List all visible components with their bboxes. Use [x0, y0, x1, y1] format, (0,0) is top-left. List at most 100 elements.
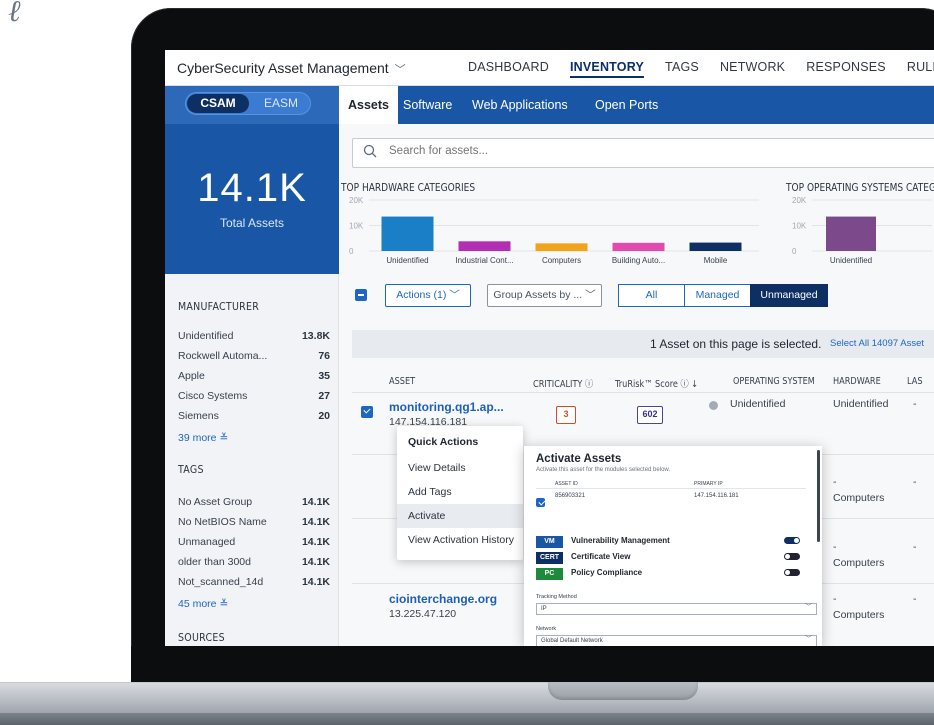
tab-assets[interactable]: Assets: [339, 86, 398, 124]
select-all-checkbox[interactable]: [355, 289, 367, 301]
csam-easm-toggle[interactable]: CSAM EASM: [185, 92, 311, 115]
trurisk-badge: 602: [637, 406, 663, 424]
nav-dashboard[interactable]: DASHBOARD: [468, 60, 549, 78]
col-primary-ip: PRIMARY IP: [694, 481, 723, 487]
menu-item-view-activation-history[interactable]: View Activation History: [397, 528, 523, 552]
hardware-cell: Unidentified: [833, 398, 889, 410]
actions-label: Actions (1): [396, 289, 447, 301]
module-toggle[interactable]: [784, 537, 800, 544]
facet-row[interactable]: Apple 35: [178, 370, 330, 386]
chart-bar: [381, 216, 434, 251]
module-toggle[interactable]: [784, 569, 800, 576]
facet-count: 14.1K: [301, 556, 330, 568]
col-os[interactable]: OPERATING SYSTEM: [733, 376, 815, 387]
menu-item-add-tags[interactable]: Add Tags: [397, 480, 523, 504]
facet-row[interactable]: No Asset Group 14.1K: [178, 496, 330, 512]
facet-row[interactable]: Unidentified 13.8K: [178, 330, 330, 346]
tab-open-ports[interactable]: Open Ports: [595, 86, 658, 124]
toggle-easm[interactable]: EASM: [252, 94, 310, 113]
col-hardware[interactable]: HARDWARE: [833, 376, 881, 387]
facet-row[interactable]: Not_scanned_14d 14.1K: [178, 576, 330, 592]
asset-id-value: 856903321: [555, 493, 586, 499]
app-title: CyberSecurity Asset Management: [177, 60, 389, 76]
col-trurisk[interactable]: TruRisk™ Score ⓘ ↓: [615, 376, 698, 390]
panel-subtitle: Activate this asset for the modules sele…: [536, 467, 671, 473]
laptop-base-shadow: [0, 713, 934, 725]
chevron-down-icon: ﹀: [805, 636, 812, 643]
row-checkbox[interactable]: [361, 406, 373, 418]
x-tick-label: Unidentified: [830, 256, 872, 265]
group-by-dropdown[interactable]: Group Assets by ... ﹀: [487, 284, 602, 307]
tab-software[interactable]: Software: [403, 86, 452, 124]
col-trurisk-label: TruRisk™ Score: [615, 379, 678, 390]
status-dot-icon: [709, 401, 718, 410]
x-tick-label: Mobile: [704, 256, 728, 265]
panel-scrollbar[interactable]: [817, 450, 820, 542]
menu-item-activate[interactable]: Activate: [397, 504, 523, 528]
y-tick-label: 0: [792, 247, 797, 256]
filter-managed[interactable]: Managed: [684, 284, 751, 307]
facet-title-manufacturer: MANUFACTURER: [178, 300, 260, 313]
facet-row[interactable]: older than 300d 14.1K: [178, 556, 330, 572]
facet-row[interactable]: Unmanaged 14.1K: [178, 536, 330, 552]
filter-unmanaged[interactable]: Unmanaged: [750, 284, 828, 307]
left-sidebar: CSAM EASM 14.1K Total Assets MANUFACTURE…: [165, 86, 339, 646]
asset-search[interactable]: [352, 138, 934, 168]
tab-web-applications[interactable]: Web Applications: [472, 86, 568, 124]
nav-tags[interactable]: TAGS: [665, 60, 699, 78]
asset-checkbox[interactable]: [536, 498, 545, 507]
col-last[interactable]: LAS: [907, 376, 923, 387]
tracking-method-label: Tracking Method: [536, 594, 577, 600]
nav-network[interactable]: NETWORK: [720, 60, 785, 78]
facet-name: older than 300d: [178, 556, 251, 568]
manufacturer-more-link[interactable]: 39 more ≚: [178, 432, 228, 444]
app-switcher[interactable]: CyberSecurity Asset Management ﹀: [177, 60, 406, 77]
tags-more-link[interactable]: 45 more ≚: [178, 598, 228, 610]
hardware-cell: Computers: [833, 492, 885, 504]
facet-name: Not_scanned_14d: [178, 576, 264, 588]
col-asset[interactable]: ASSET: [389, 376, 415, 387]
primary-ip-value: 147.154.116.181: [694, 493, 739, 499]
chart-title-hardware: TOP HARDWARE CATEGORIES: [341, 182, 476, 194]
y-tick-label: 0: [349, 247, 354, 256]
facet-name: No NetBIOS Name: [178, 516, 267, 528]
screen-bottom-bezel: [131, 646, 934, 682]
y-tick-label: 10K: [349, 222, 364, 231]
chart-bar: [689, 242, 742, 251]
search-input[interactable]: [389, 145, 689, 157]
chevron-down-icon: ﹀: [585, 289, 596, 301]
hardware-cell: Computers: [833, 609, 885, 621]
filter-all[interactable]: All: [618, 284, 685, 307]
select-all-link[interactable]: Select All 14097 Asset: [830, 330, 924, 358]
quick-actions-menu: Quick Actions View Details Add Tags Acti…: [397, 426, 523, 560]
hardware-dash: -: [833, 593, 837, 605]
facet-name: No Asset Group: [178, 496, 253, 508]
menu-item-view-details[interactable]: View Details: [397, 456, 523, 480]
sort-desc-icon: ↓: [691, 379, 699, 390]
facet-name: Cisco Systems: [178, 390, 248, 402]
more-label: 45 more: [178, 598, 217, 610]
product-marketing-image: ℓ CyberSecurity Asset Management ﹀ DASHBO…: [0, 0, 934, 725]
module-row-vm: VM Vulnerability Management: [536, 535, 806, 549]
nav-inventory[interactable]: INVENTORY: [569, 60, 645, 78]
actions-dropdown[interactable]: Actions (1) ﹀: [385, 284, 471, 307]
toggle-csam[interactable]: CSAM: [187, 94, 249, 113]
facet-row[interactable]: Rockwell Automa... 76: [178, 350, 330, 366]
asset-link[interactable]: monitoring.qg1.ap...: [389, 400, 504, 414]
chevron-down-icon: ﹀: [394, 64, 406, 76]
info-icon: ⓘ: [585, 379, 594, 390]
total-assets-count: 14.1K: [197, 166, 307, 210]
chevron-double-down-icon: ≚: [219, 432, 229, 444]
os-categories-chart: 20K 10K 0 Unidentified: [792, 196, 932, 265]
tracking-method-select[interactable]: IP ﹀: [536, 603, 817, 615]
x-tick-label: Industrial Cont...: [455, 256, 513, 265]
facet-row[interactable]: Siemens 20: [178, 410, 330, 426]
facet-row[interactable]: No NetBIOS Name 14.1K: [178, 516, 330, 532]
module-toggle[interactable]: [784, 553, 800, 560]
facet-row[interactable]: Cisco Systems 27: [178, 390, 330, 406]
nav-rules[interactable]: RULES: [907, 60, 934, 78]
col-criticality[interactable]: CRITICALITY ⓘ: [533, 376, 593, 390]
asset-link[interactable]: ciointerchange.org: [389, 592, 497, 606]
nav-responses[interactable]: RESPONSES: [806, 60, 886, 78]
facet-count: 14.1K: [301, 536, 330, 548]
